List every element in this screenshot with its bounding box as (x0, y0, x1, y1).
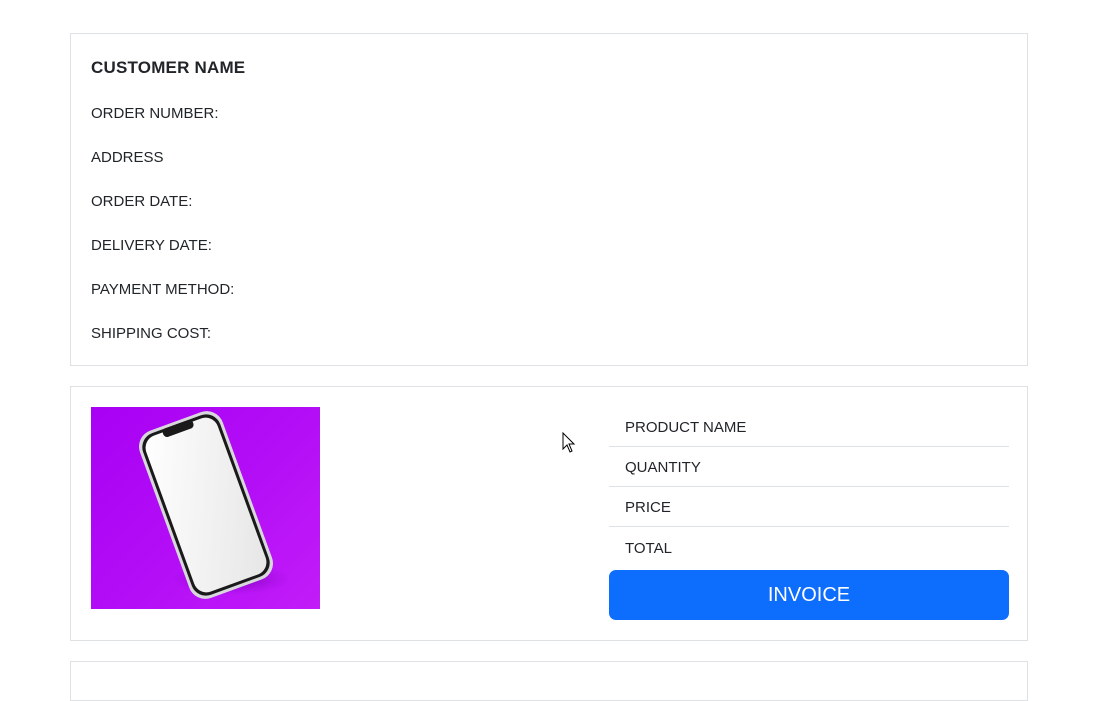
invoice-button[interactable]: INVOICE (609, 570, 1009, 620)
price-label: PRICE (609, 487, 1009, 527)
product-name-label: PRODUCT NAME (609, 407, 1009, 447)
order-number-label: ORDER NUMBER: (91, 105, 219, 122)
product-details: PRODUCT NAME QUANTITY PRICE TOTAL (609, 407, 1009, 570)
customer-name-label: CUSTOMER NAME (91, 58, 246, 77)
quantity-label: QUANTITY (609, 447, 1009, 487)
customer-info-card: CUSTOMER NAME ORDER NUMBER: ADDRESS ORDE… (70, 33, 1028, 366)
address-label: ADDRESS (91, 149, 164, 166)
shipping-cost-label: SHIPPING COST: (91, 325, 212, 342)
total-label: TOTAL (625, 540, 672, 557)
delivery-date-label: DELIVERY DATE: (91, 237, 212, 254)
mouse-cursor-icon (562, 432, 576, 453)
product-card: PRODUCT NAME QUANTITY PRICE TOTAL INVOIC… (70, 386, 1028, 641)
product-image (91, 407, 320, 609)
next-card (70, 661, 1028, 701)
smartphone-icon (139, 411, 291, 599)
payment-method-label: PAYMENT METHOD: (91, 281, 235, 298)
order-date-label: ORDER DATE: (91, 193, 193, 210)
